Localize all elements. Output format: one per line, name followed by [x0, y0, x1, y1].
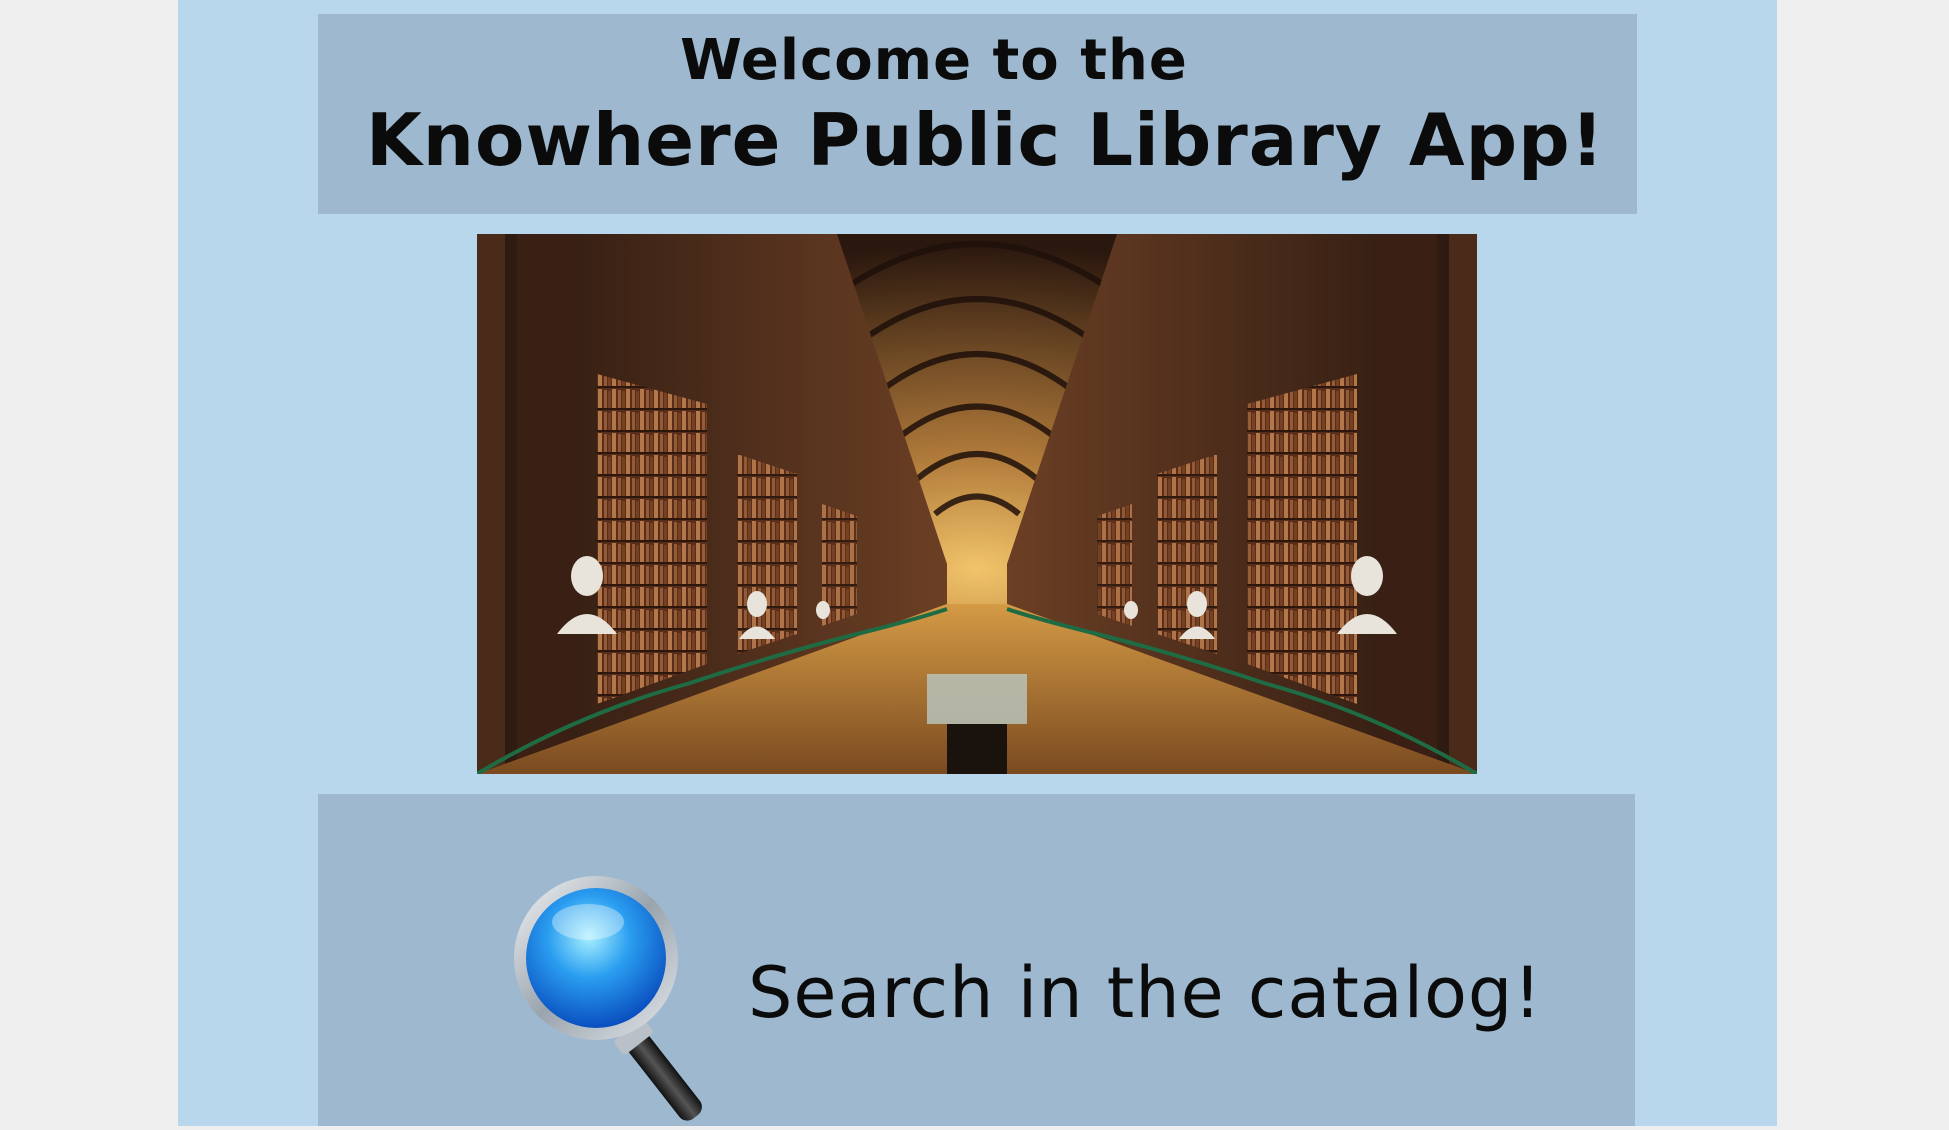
magnifying-glass-icon [508, 870, 718, 1126]
welcome-header: Welcome to the Knowhere Public Library A… [318, 14, 1637, 214]
search-catalog-label: Search in the catalog! [748, 952, 1543, 1034]
welcome-line: Welcome to the [680, 28, 1188, 93]
app-page: Welcome to the Knowhere Public Library A… [178, 0, 1777, 1126]
search-catalog-button[interactable]: Search in the catalog! [318, 794, 1635, 1126]
library-hero-image [477, 234, 1477, 774]
app-title: Knowhere Public Library App! [366, 98, 1605, 182]
